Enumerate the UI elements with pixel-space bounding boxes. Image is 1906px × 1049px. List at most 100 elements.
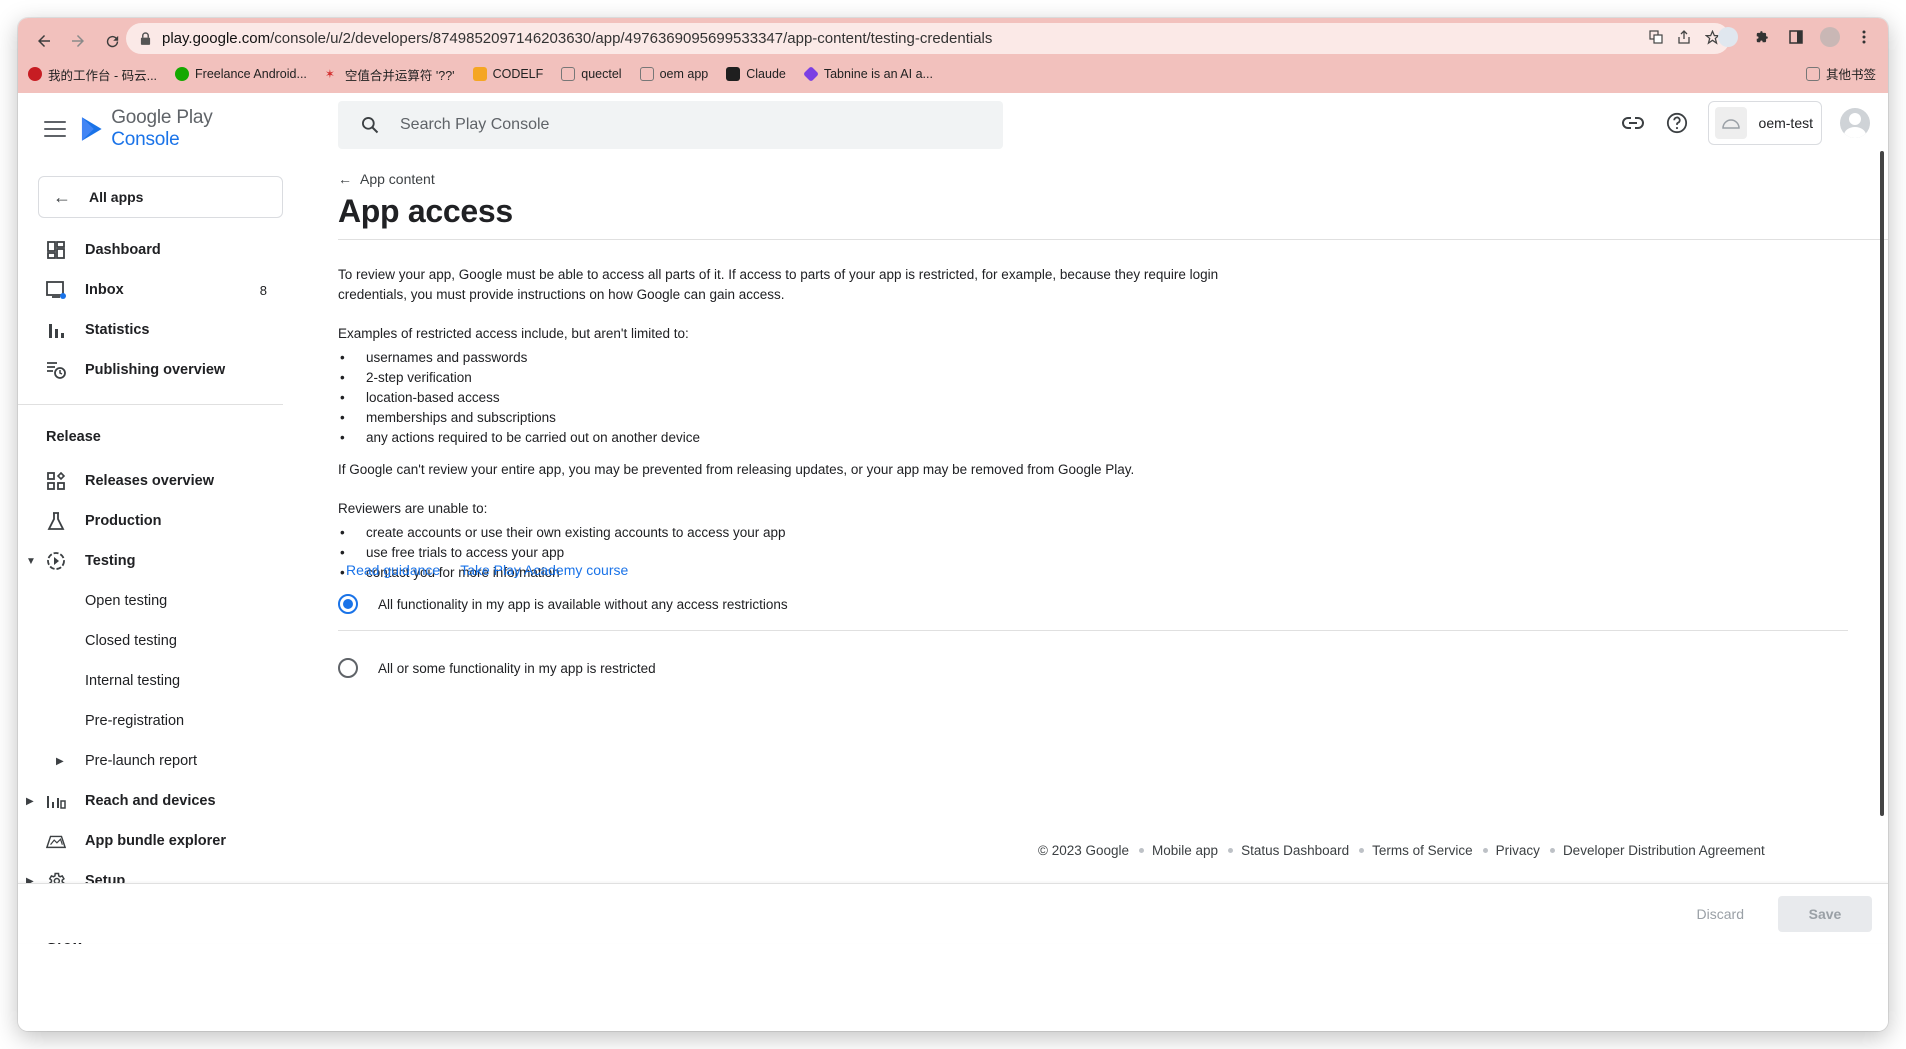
section-release: Release	[46, 429, 101, 445]
list-item: use free trials to access your app	[338, 543, 1238, 563]
separator-dot	[1482, 848, 1488, 853]
folder-icon	[561, 67, 576, 81]
browser-window: play.google.com/console/u/2/developers/8…	[18, 18, 1888, 1031]
option-restricted[interactable]: All or some functionality in my app is r…	[338, 658, 656, 678]
forward-arrow-icon[interactable]	[64, 27, 92, 55]
bookmarks-bar: 我的工作台 - 码云... Freelance Android... ✶ 空值合并…	[28, 62, 933, 86]
sidebar-item-app-bundle-explorer[interactable]: App bundle explorer	[18, 821, 283, 861]
list-item: 2-step verification	[338, 368, 1238, 388]
statistics-icon	[46, 320, 66, 340]
sidebar-item-releases-overview[interactable]: Releases overview	[18, 461, 283, 501]
other-bookmarks[interactable]: 其他书签	[1805, 64, 1876, 83]
sidebar-item-pre-registration[interactable]: Pre-registration	[18, 701, 283, 741]
folder-icon	[1805, 66, 1820, 81]
brand-name[interactable]: Google Play Console	[111, 107, 283, 151]
bookmark-item[interactable]: Claude	[726, 67, 786, 81]
sidebar-item-production[interactable]: Production	[18, 501, 283, 541]
dashboard-icon	[46, 240, 66, 260]
option-label: All functionality in my app is available…	[378, 596, 788, 612]
hamburger-menu-icon[interactable]	[44, 121, 66, 137]
gitee-icon	[28, 67, 42, 81]
bookmark-item[interactable]: Tabnine is an AI a...	[802, 66, 933, 82]
sidebar-item-pre-launch-report[interactable]: ▶ Pre-launch report	[18, 741, 283, 781]
runner-icon: ✶	[324, 67, 335, 81]
browser-toolbar: play.google.com/console/u/2/developers/8…	[18, 18, 1888, 93]
sidebar-divider	[18, 404, 283, 405]
option-label: All or some functionality in my app is r…	[378, 660, 656, 676]
sidebar-item-open-testing[interactable]: Open testing	[18, 581, 283, 621]
puzzle-extensions-icon[interactable]	[1752, 27, 1772, 47]
inbox-icon	[46, 280, 66, 300]
side-panel-icon[interactable]	[1786, 27, 1806, 47]
bottom-action-bar: Discard Save	[18, 883, 1888, 943]
sidebar-item-publishing-overview[interactable]: Publishing overview	[18, 350, 283, 390]
sidebar-item-internal-testing[interactable]: Internal testing	[18, 661, 283, 701]
search-placeholder: Search Play Console	[400, 116, 550, 133]
separator-dot	[1359, 848, 1365, 853]
radio-button-checked[interactable]	[338, 594, 358, 614]
intro-text: To review your app, Google must be able …	[338, 267, 1219, 302]
arrow-left-icon: ←	[338, 171, 352, 187]
play-academy-link[interactable]: Take Play Academy course	[460, 562, 628, 578]
help-icon[interactable]	[1664, 110, 1690, 136]
separator-dot	[1228, 848, 1234, 853]
link-icon[interactable]	[1620, 110, 1646, 136]
option-divider	[338, 630, 1848, 631]
android-icon	[1714, 107, 1747, 139]
bookmark-item[interactable]: 我的工作台 - 码云...	[28, 65, 157, 84]
caret-right-icon[interactable]: ▶	[26, 796, 34, 807]
footer-link-terms[interactable]: Terms of Service	[1372, 843, 1473, 858]
separator-dot	[1139, 848, 1145, 853]
copyright: © 2023 Google	[1038, 843, 1130, 858]
bookmark-item[interactable]: oem app	[639, 67, 708, 81]
all-apps-label: All apps	[89, 189, 144, 205]
list-item: create accounts or use their own existin…	[338, 523, 1238, 543]
share-icon[interactable]	[1677, 30, 1691, 48]
user-avatar[interactable]	[1840, 108, 1870, 138]
app-bundle-icon	[46, 831, 66, 851]
sidebar-item-reach-and-devices[interactable]: ▶ Reach and devices	[18, 781, 283, 821]
footer-link-dda[interactable]: Developer Distribution Agreement	[1563, 843, 1765, 858]
list-item: memberships and subscriptions	[338, 408, 1238, 428]
read-guidance-link[interactable]: Read guidance	[346, 562, 440, 578]
save-button[interactable]: Save	[1778, 896, 1872, 932]
back-link-app-content[interactable]: ← App content	[338, 171, 435, 187]
footer-link-privacy[interactable]: Privacy	[1496, 843, 1540, 858]
examples-list: usernames and passwords 2-step verificat…	[338, 348, 1238, 448]
nav-list: Dashboard Inbox 8 Statistics Publishing …	[18, 230, 283, 958]
caret-right-icon[interactable]: ▶	[56, 756, 64, 767]
warning-text: If Google can't review your entire app, …	[338, 462, 1135, 477]
list-item: any actions required to be carried out o…	[338, 428, 1238, 448]
developer-account-chip[interactable]: oem-test	[1707, 101, 1822, 145]
all-apps-button[interactable]: ← All apps	[38, 176, 283, 218]
discard-button[interactable]: Discard	[1683, 896, 1758, 932]
bookmark-item[interactable]: ✶ 空值合并运算符 '??'	[325, 65, 455, 84]
sidebar-item-dashboard[interactable]: Dashboard	[18, 230, 283, 270]
search-input[interactable]: Search Play Console	[338, 101, 1003, 149]
sidebar-item-testing[interactable]: ▼ Testing	[18, 541, 283, 581]
profile-avatar-icon[interactable]	[1820, 27, 1840, 47]
radio-button[interactable]	[338, 658, 358, 678]
translate-icon[interactable]	[1649, 30, 1663, 48]
developer-name: oem-test	[1758, 115, 1813, 131]
kebab-menu-icon[interactable]	[1854, 27, 1874, 47]
footer: © 2023 Google Mobile app Status Dashboar…	[1038, 843, 1765, 858]
option-no-restrictions[interactable]: All functionality in my app is available…	[338, 594, 788, 614]
examples-heading: Examples of restricted access include, b…	[338, 326, 689, 341]
production-icon	[46, 511, 66, 531]
back-arrow-icon[interactable]	[30, 27, 58, 55]
scrollbar[interactable]	[1880, 151, 1884, 816]
footer-link-mobile-app[interactable]: Mobile app	[1152, 843, 1218, 858]
bookmark-item[interactable]: CODELF	[472, 67, 543, 81]
footer-link-status[interactable]: Status Dashboard	[1241, 843, 1349, 858]
bookmark-item[interactable]: quectel	[561, 67, 622, 81]
sidebar-item-statistics[interactable]: Statistics	[18, 310, 283, 350]
address-bar[interactable]: play.google.com/console/u/2/developers/8…	[126, 23, 1730, 54]
caret-down-icon[interactable]: ▼	[26, 556, 36, 567]
sidebar-item-inbox[interactable]: Inbox 8	[18, 270, 283, 310]
bookmark-item[interactable]: Freelance Android...	[175, 67, 307, 81]
reload-icon[interactable]	[98, 27, 126, 55]
list-item: usernames and passwords	[338, 348, 1238, 368]
extension-icon[interactable]	[1718, 27, 1738, 47]
sidebar-item-closed-testing[interactable]: Closed testing	[18, 621, 283, 661]
